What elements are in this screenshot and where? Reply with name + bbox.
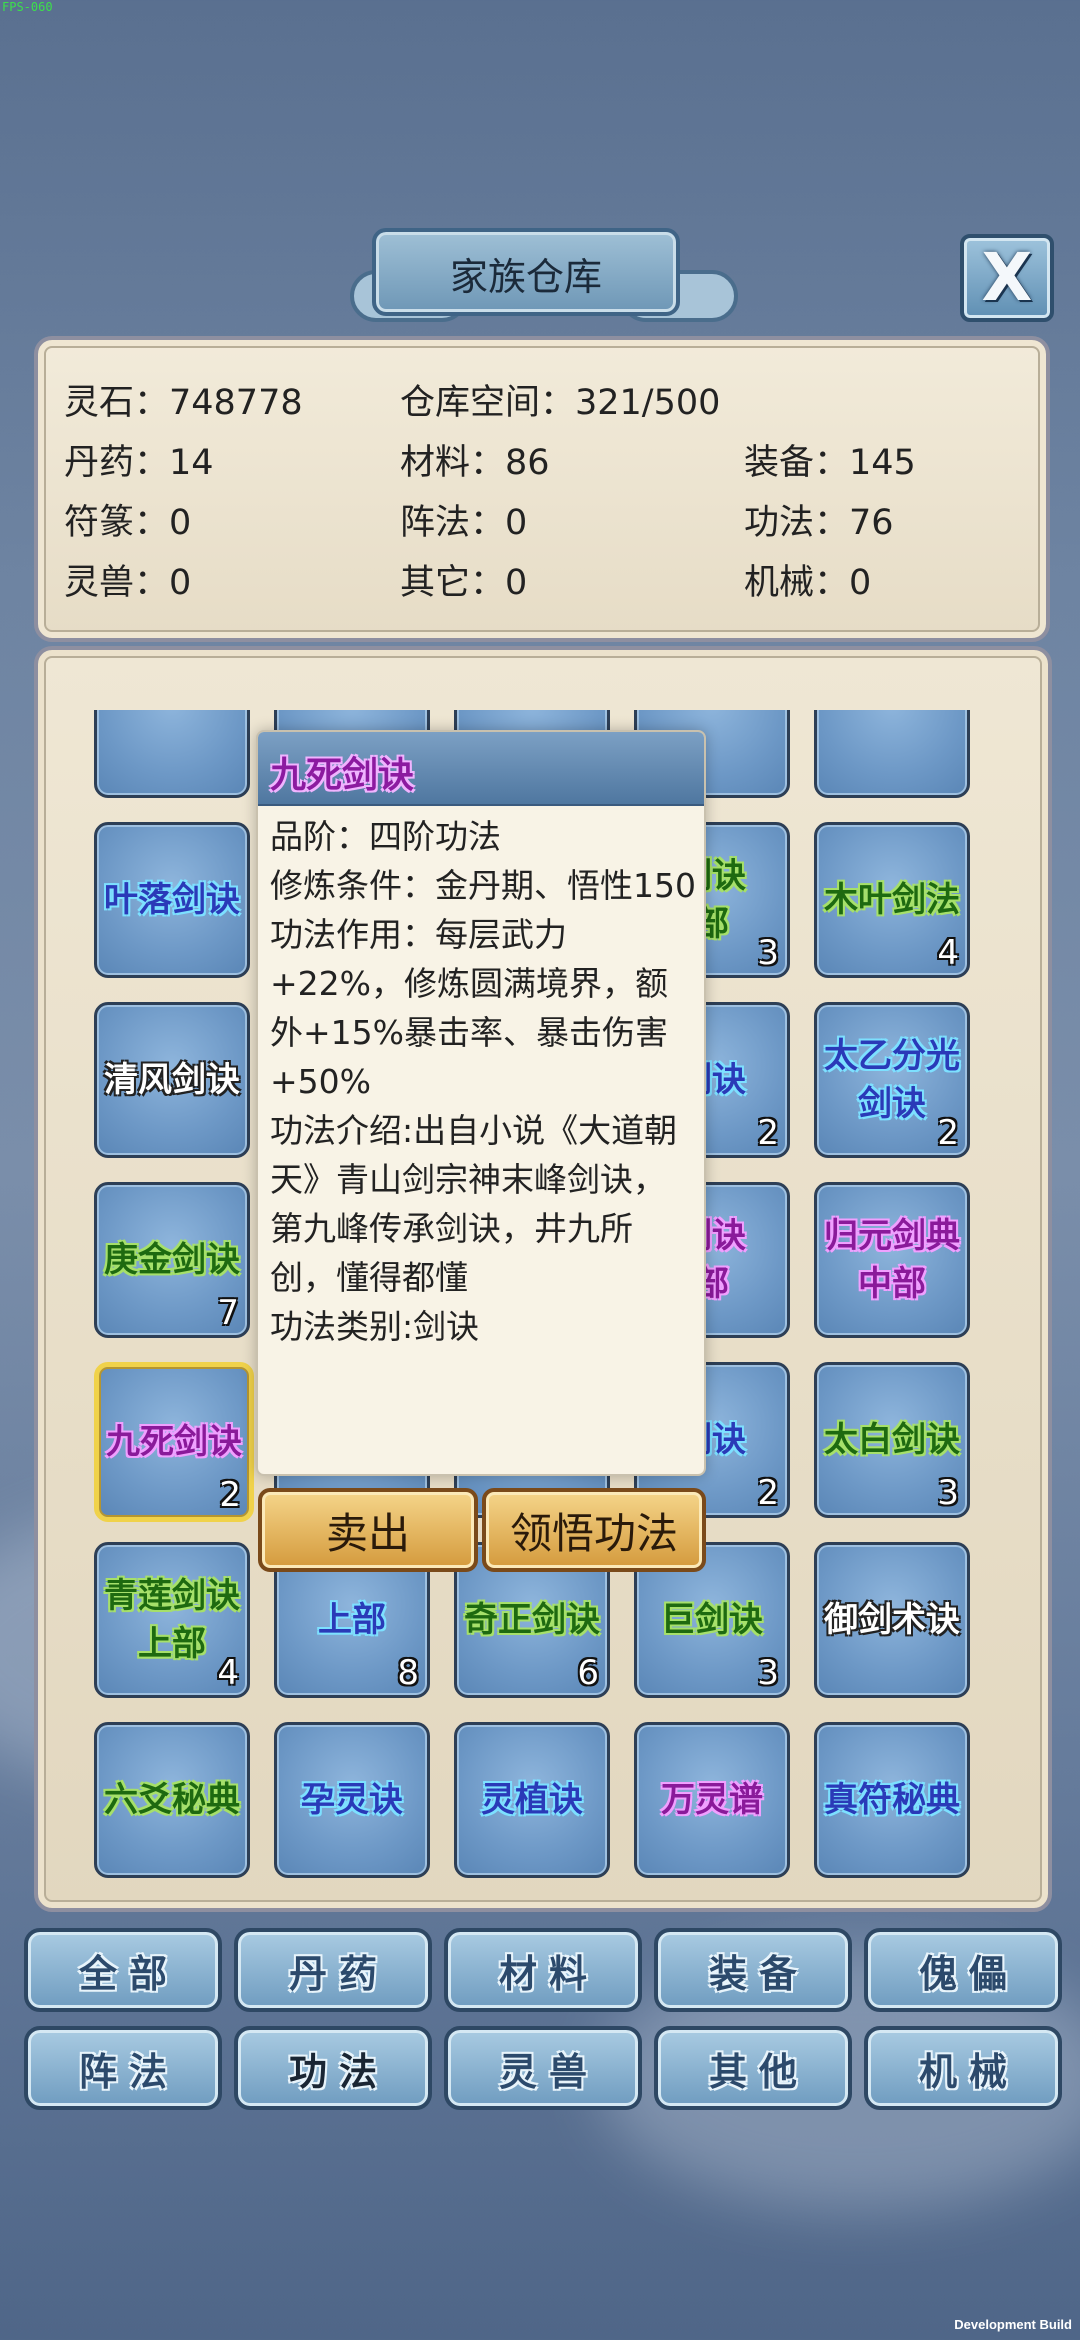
item-slot[interactable]: 真符秘典 (814, 1722, 970, 1878)
item-name: 奇正剑诀 (464, 1600, 600, 1640)
tooltip-effect: 功法作用：每层武力+22%，修炼圆满境界，额外+15%暴击率、暴击伤害+50% (270, 915, 668, 1101)
item-slot[interactable]: 孕灵诀 (274, 1722, 430, 1878)
stats-panel: 灵石：748778 仓库空间：321/500 丹药：14 材料：86 装备：14… (34, 336, 1050, 642)
item-count: 8 (397, 1653, 419, 1693)
item-count: 2 (757, 1473, 779, 1513)
item-tooltip: 九死剑诀 品阶：四阶功法 修炼条件：金丹期、悟性150 功法作用：每层武力+22… (256, 730, 706, 1476)
learn-technique-button[interactable]: 领悟功法 (482, 1488, 706, 1572)
stat-pills: 丹药：14 (64, 443, 214, 483)
stat-techniques: 功法：76 (744, 503, 894, 543)
tab-3[interactable]: 装备 (654, 1928, 852, 2012)
stat-talismans: 符篆：0 (64, 503, 192, 543)
tab-label: 装备 (708, 1951, 809, 1996)
tab-label: 其他 (708, 2049, 809, 2094)
stat-beasts: 灵兽：0 (64, 563, 192, 603)
tab-8[interactable]: 其他 (654, 2026, 852, 2110)
stat-equipment: 装备：145 (744, 443, 916, 483)
tooltip-header: 九死剑诀 (258, 732, 704, 806)
tooltip-body: 品阶：四阶功法 修炼条件：金丹期、悟性150 功法作用：每层武力+22%，修炼圆… (270, 812, 696, 1351)
item-name: 六爻秘典 (104, 1780, 240, 1820)
item-name: 庚金剑诀 (104, 1240, 240, 1280)
tab-2[interactable]: 材料 (444, 1928, 642, 2012)
item-count: 7 (217, 1293, 239, 1333)
tab-0[interactable]: 全部 (24, 1928, 222, 2012)
item-count: 6 (577, 1653, 599, 1693)
item-slot[interactable]: 叶落剑诀 (94, 822, 250, 978)
item-count: 3 (757, 1653, 779, 1693)
item-slot[interactable]: 太乙分光 剑诀 2 (814, 1002, 970, 1158)
tooltip-intro: 功法介绍:出自小说《大道朝天》青山剑宗神末峰剑诀，第九峰传承剑诀，井九所创，懂得… (270, 1111, 678, 1297)
item-name: 九死剑诀 (106, 1422, 242, 1462)
item-name: 巨剑诀 (661, 1600, 763, 1640)
item-slot[interactable]: 木叶剑法 4 (814, 822, 970, 978)
item-slot[interactable] (814, 710, 970, 798)
item-count: 2 (219, 1475, 241, 1515)
item-count: 2 (757, 1113, 779, 1153)
item-count: 3 (937, 1473, 959, 1513)
close-button[interactable]: X (960, 234, 1054, 322)
stat-machinery: 机械：0 (744, 563, 872, 603)
tab-label: 材料 (498, 1951, 599, 1996)
tab-7[interactable]: 灵兽 (444, 2026, 642, 2110)
item-slot[interactable] (94, 710, 250, 798)
item-count: 4 (217, 1653, 239, 1693)
item-slot[interactable]: 万灵谱 (634, 1722, 790, 1878)
item-slot[interactable]: 青莲剑诀 上部 4 (94, 1542, 250, 1698)
item-slot[interactable]: 太白剑诀 3 (814, 1362, 970, 1518)
tab-label: 功法 (288, 2049, 389, 2094)
item-name: 叶落剑诀 (104, 880, 240, 920)
item-slot[interactable]: 庚金剑诀 7 (94, 1182, 250, 1338)
tab-4[interactable]: 傀儡 (864, 1928, 1062, 2012)
tooltip-requirement: 修炼条件：金丹期、悟性150 (270, 866, 696, 905)
tab-6[interactable]: 功法 (234, 2026, 432, 2110)
stat-spirit-stone: 灵石：748778 (64, 383, 303, 423)
item-name: 真符秘典 (824, 1780, 960, 1820)
item-slot[interactable]: 清风剑诀 (94, 1002, 250, 1158)
item-name: 灵植诀 (481, 1780, 583, 1820)
tab-label: 阵法 (78, 2049, 179, 2094)
item-slot[interactable]: 御剑术诀 (814, 1542, 970, 1698)
fps-counter: FPS-060 (2, 0, 53, 14)
close-icon: X (981, 239, 1033, 316)
page-title: 家族仓库 (449, 255, 602, 299)
item-count: 3 (757, 933, 779, 973)
tab-9[interactable]: 机械 (864, 2026, 1062, 2110)
item-slot[interactable]: 灵植诀 (454, 1722, 610, 1878)
item-name: 木叶剑法 (824, 880, 960, 920)
tooltip-category: 功法类别:剑诀 (270, 1307, 480, 1346)
item-name: 御剑术诀 (824, 1600, 960, 1640)
learn-technique-button-label: 领悟功法 (509, 1508, 678, 1558)
item-slot[interactable]: 六爻秘典 (94, 1722, 250, 1878)
tooltip-rank: 品阶：四阶功法 (270, 817, 501, 856)
tab-label: 灵兽 (498, 2049, 599, 2094)
stat-formations: 阵法：0 (400, 503, 528, 543)
item-name: 孕灵诀 (301, 1780, 403, 1820)
item-name: 清风剑诀 (104, 1060, 240, 1100)
stat-materials: 材料：86 (400, 443, 550, 483)
tab-label: 机械 (918, 2049, 1019, 2094)
tab-label: 傀儡 (918, 1951, 1019, 1996)
title-plaque: 家族仓库 (372, 228, 680, 316)
tab-1[interactable]: 丹药 (234, 1928, 432, 2012)
item-name: 万灵谱 (661, 1780, 763, 1820)
item-count: 4 (937, 933, 959, 973)
item-name: 归元剑典 中部 (824, 1216, 960, 1304)
stat-capacity: 仓库空间：321/500 (400, 383, 721, 423)
item-name: 太白剑诀 (824, 1420, 960, 1460)
sell-button-label: 卖出 (325, 1508, 410, 1558)
item-count: 2 (937, 1113, 959, 1153)
item-name: 上部 (318, 1600, 386, 1640)
tab-label: 丹药 (288, 1951, 389, 1996)
item-slot[interactable]: 归元剑典 中部 (814, 1182, 970, 1338)
item-slot[interactable]: 九死剑诀 2 (94, 1362, 254, 1522)
stat-others: 其它：0 (400, 563, 528, 603)
tooltip-title: 九死剑诀 (270, 755, 415, 796)
tab-5[interactable]: 阵法 (24, 2026, 222, 2110)
sell-button[interactable]: 卖出 (258, 1488, 478, 1572)
development-build-label: Development Build (954, 2317, 1072, 2332)
tab-label: 全部 (78, 1951, 179, 1996)
